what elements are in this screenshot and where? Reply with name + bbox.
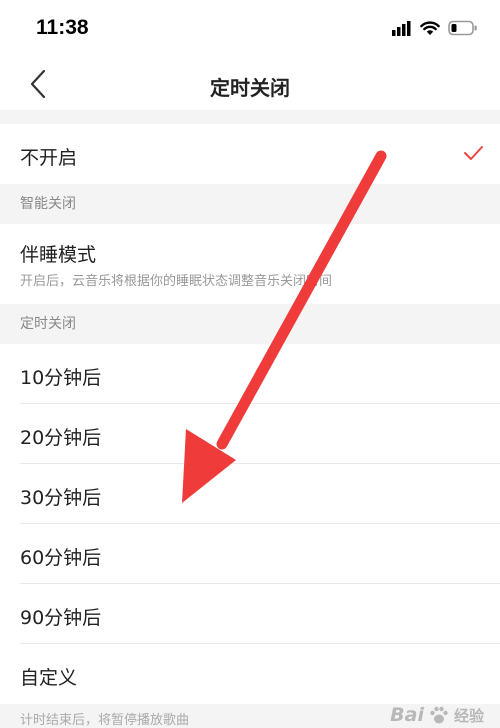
page-title: 定时关闭: [210, 76, 290, 100]
timer-option-60[interactable]: 60分钟后: [0, 524, 500, 584]
watermark-brand: Bai: [390, 704, 424, 726]
watermark-suffix: 经验: [453, 706, 484, 725]
timer-option-label: 自定义: [20, 667, 78, 689]
timer-option-label: 20分钟后: [20, 427, 102, 449]
status-bar: 11:38: [0, 0, 500, 58]
option-off[interactable]: 不开启: [0, 124, 500, 184]
section-header-timer: 定时关闭: [0, 304, 500, 344]
status-time: 11:38: [36, 16, 89, 39]
timer-option-30[interactable]: 30分钟后: [0, 464, 500, 524]
sleep-mode-description: 开启后，云音乐将根据你的睡眠状态调整音乐关闭时间: [20, 274, 333, 289]
timer-option-20[interactable]: 20分钟后: [0, 404, 500, 464]
section-gap: [0, 110, 500, 124]
timer-option-10[interactable]: 10分钟后: [0, 344, 500, 404]
timer-option-custom[interactable]: 自定义: [0, 644, 500, 704]
status-icons: [392, 18, 478, 38]
timer-option-label: 90分钟后: [20, 607, 102, 629]
battery-icon: [448, 20, 477, 36]
nav-bar: 定时关闭: [0, 58, 500, 110]
watermark: Bai 经验: [390, 704, 484, 726]
paw-icon: [430, 706, 448, 724]
option-sleep-mode[interactable]: 伴睡模式 开启后，云音乐将根据你的睡眠状态调整音乐关闭时间: [0, 224, 500, 304]
timer-option-label: 60分钟后: [20, 547, 102, 569]
wifi-icon: [420, 21, 440, 35]
timer-option-label: 10分钟后: [20, 367, 102, 389]
timer-option-90[interactable]: 90分钟后: [0, 584, 500, 644]
signal-icon: [392, 21, 411, 36]
section-header-smart: 智能关闭: [0, 184, 500, 224]
timer-option-label: 30分钟后: [20, 487, 102, 509]
sleep-mode-label: 伴睡模式: [20, 244, 97, 266]
checkmark-icon: [464, 146, 483, 160]
option-off-label: 不开启: [20, 147, 78, 169]
